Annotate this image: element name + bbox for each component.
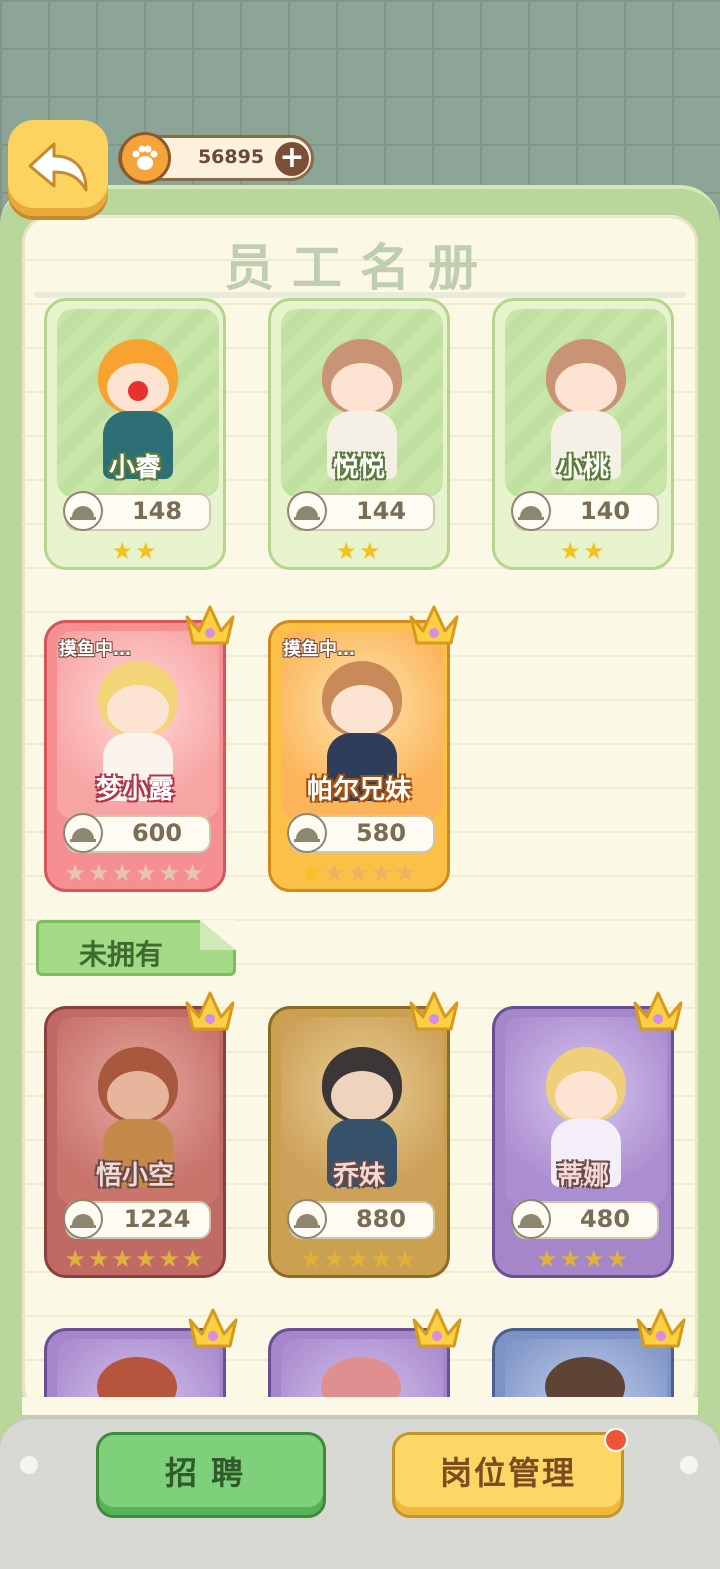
star-rating: ★★★★ bbox=[535, 1245, 631, 1273]
price-tag: 148 bbox=[63, 491, 211, 531]
cloche-icon bbox=[287, 1199, 327, 1239]
paw-coin-icon bbox=[119, 132, 171, 184]
crown-icon bbox=[185, 991, 235, 1031]
employee-name: 小桃 bbox=[556, 453, 609, 483]
crown-icon bbox=[185, 605, 235, 645]
employee-name: 小睿 bbox=[108, 453, 161, 483]
employee-name: 蒂娜 bbox=[556, 1161, 609, 1191]
price-value: 1224 bbox=[123, 1205, 191, 1233]
price-value: 480 bbox=[579, 1205, 631, 1233]
employee-card-qiaomei[interactable]: 乔妹 880 ★★★★★ bbox=[268, 991, 459, 1278]
post-management-button[interactable]: 岗位管理 bbox=[392, 1432, 624, 1518]
employee-card-dina[interactable]: 蒂娜 480 ★★★★ bbox=[492, 991, 683, 1278]
add-currency-button[interactable]: + bbox=[275, 142, 309, 176]
panel-bottom-edge bbox=[22, 1397, 698, 1415]
decor-dot bbox=[20, 1456, 38, 1474]
cloche-icon bbox=[511, 1199, 551, 1239]
star-rating: ★★ bbox=[335, 537, 383, 565]
crown-icon bbox=[409, 991, 459, 1031]
price-tag: 480 bbox=[511, 1199, 659, 1239]
crown-icon bbox=[633, 991, 683, 1031]
crown-icon bbox=[188, 1308, 238, 1348]
employee-card-xiaotao[interactable]: 小桃 140 ★★ bbox=[492, 298, 674, 570]
star-rating: ★★★★★★ bbox=[64, 1245, 206, 1273]
price-value: 880 bbox=[355, 1205, 407, 1233]
price-tag: 580 bbox=[287, 813, 435, 853]
star-rating: ★★ bbox=[559, 537, 607, 565]
crown-icon bbox=[636, 1308, 686, 1348]
status-label: 摸鱼中… bbox=[59, 639, 131, 660]
price-tag: 144 bbox=[287, 491, 435, 531]
decor-dot bbox=[680, 1456, 698, 1474]
employee-name: 梦小露 bbox=[95, 775, 174, 805]
price-value: 144 bbox=[355, 497, 407, 525]
crown-icon bbox=[409, 605, 459, 645]
section-label: 未拥有 bbox=[79, 938, 164, 971]
star-rating: ★★★★★★ bbox=[64, 859, 206, 887]
back-button[interactable] bbox=[8, 120, 108, 216]
price-tag: 140 bbox=[511, 491, 659, 531]
crown-icon bbox=[412, 1308, 462, 1348]
cloche-icon bbox=[287, 813, 327, 853]
price-tag: 600 bbox=[63, 813, 211, 853]
employee-name: 乔妹 bbox=[332, 1161, 385, 1191]
employee-card-paer-siblings[interactable]: 摸鱼中… 帕尔兄妹 580 ★★★★★ bbox=[268, 605, 459, 892]
price-value: 600 bbox=[131, 819, 183, 847]
cloche-icon bbox=[511, 491, 551, 531]
cloche-icon bbox=[287, 491, 327, 531]
page-title: 员工名册 bbox=[224, 239, 496, 297]
star-rating: ★★★★★ bbox=[300, 1245, 418, 1273]
price-value: 580 bbox=[355, 819, 407, 847]
recruit-button[interactable]: 招聘 bbox=[96, 1432, 326, 1518]
employee-card-yueyue[interactable]: 悦悦 144 ★★ bbox=[268, 298, 450, 570]
employee-card-mengxiaolu[interactable]: 摸鱼中… 梦小露 600 ★★★★★★ bbox=[44, 605, 235, 892]
back-arrow-icon bbox=[28, 142, 88, 192]
not-owned-section-tag: 未拥有 bbox=[36, 920, 236, 976]
employee-name: 帕尔兄妹 bbox=[306, 775, 411, 805]
employee-name: 悦悦 bbox=[332, 453, 385, 483]
price-value: 140 bbox=[579, 497, 631, 525]
price-tag: 880 bbox=[287, 1199, 435, 1239]
currency-amount: 56895 bbox=[197, 146, 265, 168]
status-label: 摸鱼中… bbox=[283, 639, 355, 660]
cloche-icon bbox=[63, 491, 103, 531]
star-rating: ★★ bbox=[111, 537, 159, 565]
currency-display: 56895 + bbox=[118, 132, 314, 184]
employee-name: 悟小空 bbox=[95, 1161, 174, 1191]
cloche-icon bbox=[63, 1199, 103, 1239]
employee-card-wuxiaokong[interactable]: 悟小空 1224 ★★★★★★ bbox=[44, 991, 235, 1278]
cloche-icon bbox=[63, 813, 103, 853]
star-rating: ★★★★★ bbox=[300, 859, 418, 887]
employee-card-xiaorui[interactable]: 小睿 148 ★★ bbox=[44, 298, 226, 570]
price-tag: 1224 bbox=[63, 1199, 211, 1239]
notification-dot bbox=[604, 1428, 628, 1452]
page-fold bbox=[200, 920, 236, 950]
price-value: 148 bbox=[131, 497, 183, 525]
